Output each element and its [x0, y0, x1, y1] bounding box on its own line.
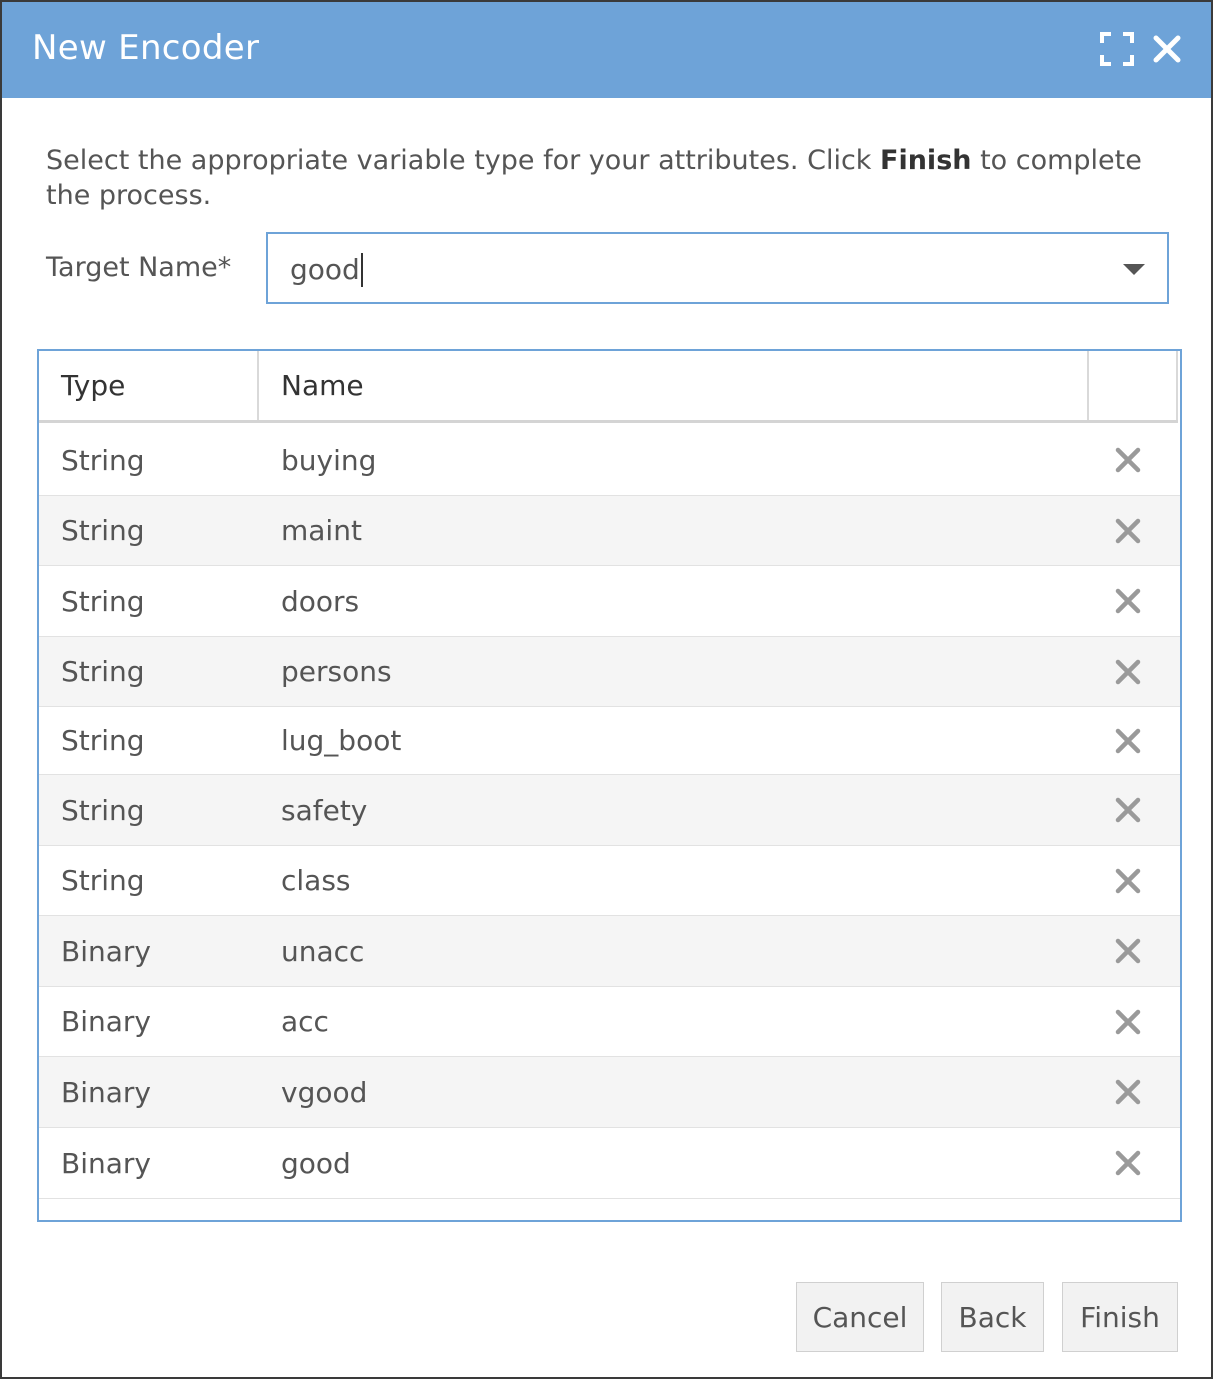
row-name-cell: safety: [281, 793, 368, 827]
row-type-cell[interactable]: String: [61, 846, 145, 915]
table-row[interactable]: String lug_boot: [39, 707, 1180, 775]
row-name-cell: maint: [281, 514, 362, 547]
row-type-cell[interactable]: Binary: [61, 987, 151, 1056]
target-name-value: good: [290, 253, 363, 287]
row-type-cell[interactable]: String: [61, 637, 145, 706]
row-type-cell[interactable]: Binary: [61, 916, 151, 986]
delete-icon[interactable]: [1113, 775, 1143, 845]
row-name-cell: lug_boot: [281, 724, 402, 757]
table-row[interactable]: String safety: [39, 775, 1180, 846]
row-type-cell[interactable]: Binary: [61, 1128, 151, 1198]
column-header-actions: [1089, 351, 1178, 420]
table-row[interactable]: Binary acc: [39, 987, 1180, 1057]
table-row[interactable]: String class: [39, 846, 1180, 916]
table-row[interactable]: String doors: [39, 566, 1180, 637]
chevron-down-icon[interactable]: [1123, 264, 1145, 275]
table-header: Type Name: [39, 351, 1178, 423]
table-row[interactable]: String persons: [39, 637, 1180, 707]
finish-button[interactable]: Finish: [1062, 1282, 1178, 1352]
row-type-cell[interactable]: String: [61, 496, 145, 565]
row-type-cell[interactable]: String: [61, 707, 145, 774]
column-header-type[interactable]: Type: [39, 351, 259, 420]
table-row[interactable]: Binary unacc: [39, 916, 1180, 987]
delete-icon[interactable]: [1113, 496, 1143, 565]
row-type-cell[interactable]: String: [61, 775, 145, 845]
delete-icon[interactable]: [1113, 707, 1143, 774]
table-row[interactable]: String buying: [39, 425, 1180, 496]
delete-icon[interactable]: [1113, 1057, 1143, 1127]
target-name-select[interactable]: good: [266, 232, 1169, 304]
table-row[interactable]: String maint: [39, 496, 1180, 566]
row-type-cell[interactable]: String: [61, 566, 145, 636]
row-name-cell: vgood: [281, 1075, 368, 1109]
row-name-cell: doors: [281, 584, 360, 618]
delete-icon[interactable]: [1113, 846, 1143, 915]
row-name-cell: persons: [281, 655, 392, 688]
back-button[interactable]: Back: [941, 1282, 1044, 1352]
delete-icon[interactable]: [1113, 425, 1143, 495]
delete-icon[interactable]: [1113, 1128, 1143, 1198]
row-name-cell: class: [281, 864, 351, 897]
cancel-button[interactable]: Cancel: [796, 1282, 924, 1352]
dialog-title: New Encoder: [32, 28, 260, 68]
delete-icon[interactable]: [1113, 566, 1143, 636]
target-name-label: Target Name*: [46, 252, 232, 283]
delete-icon[interactable]: [1113, 987, 1143, 1056]
column-header-name[interactable]: Name: [259, 351, 1089, 420]
attributes-table: Type Name String buying String maint String d…: [37, 349, 1182, 1222]
maximize-icon[interactable]: [1100, 32, 1134, 66]
delete-icon[interactable]: [1113, 916, 1143, 986]
instructions-prefix: Select the appropriate variable type for…: [46, 145, 881, 176]
close-icon[interactable]: [1150, 32, 1184, 66]
row-name-cell: unacc: [281, 934, 365, 968]
row-name-cell: acc: [281, 1005, 329, 1038]
row-type-cell[interactable]: String: [61, 425, 145, 495]
instructions-bold: Finish: [880, 145, 972, 176]
table-row[interactable]: Binary vgood: [39, 1057, 1180, 1128]
new-encoder-dialog: New Encoder Select the appropriate varia…: [0, 0, 1213, 1379]
row-name-cell: good: [281, 1146, 351, 1180]
row-type-cell[interactable]: Binary: [61, 1057, 151, 1127]
table-row[interactable]: Binary good: [39, 1128, 1180, 1199]
dialog-titlebar: New Encoder: [2, 2, 1211, 98]
row-name-cell: buying: [281, 443, 377, 477]
instructions-text: Select the appropriate variable type for…: [46, 143, 1166, 213]
delete-icon[interactable]: [1113, 637, 1143, 706]
